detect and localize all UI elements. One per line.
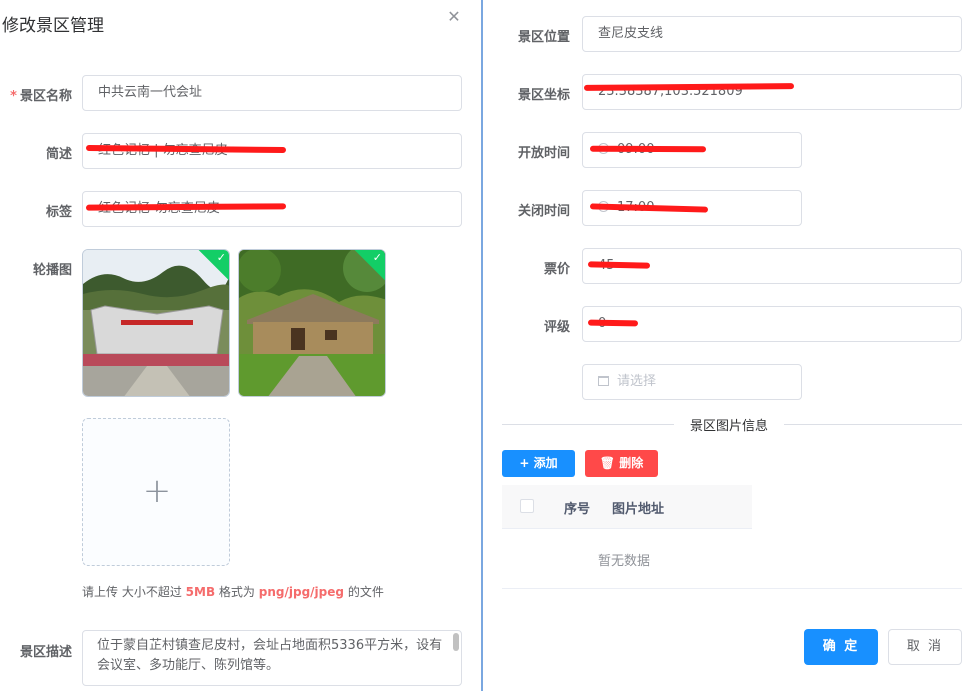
add-label: 添加 [533,456,558,470]
dialog-left-pane: 修改景区管理 ✕ *景区名称 中共云南一代会址 简述 红色记忆 | 勿忘查尼皮 … [0,0,481,691]
close-icon[interactable]: ✕ [446,9,462,25]
required-mark: * [10,89,17,104]
coords-label: 景区坐标 [517,88,570,103]
plus-icon: + [142,471,172,511]
add-button[interactable]: + 添加 [502,450,575,477]
cancel-button[interactable]: 取 消 [888,629,962,665]
location-label: 景区位置 [517,30,570,45]
close-time-label: 关闭时间 [517,204,570,219]
delete-button[interactable]: 🗑 删除 [585,450,658,477]
carousel-image-2[interactable]: ✓ [238,249,386,397]
tip-mid: 格式为 [218,585,255,599]
dialog-title: 修改景区管理 [2,16,104,36]
select-placeholder: 请选择 [617,374,657,389]
tip-prefix: 请上传 大小不超过 [82,585,182,599]
check-icon: ✓ [216,251,226,264]
desc-text: 位于蒙自芷村镇查尼皮村，会址占地面积5336平方米，设有会议室、多功能厅、陈列馆… [97,638,443,673]
tags-label: 标签 [45,205,72,220]
memorial-wall-photo [83,250,229,396]
trash-icon: 🗑 [599,456,616,470]
historic-house-photo [239,250,385,396]
tip-size: 5MB [185,585,216,599]
date-select[interactable]: 请选择 [582,364,802,400]
desc-label: 景区描述 [19,645,72,660]
redaction-mark [589,145,707,153]
table-bottom-border [502,588,962,589]
desc-textarea[interactable]: 位于蒙自芷村镇查尼皮村，会址占地面积5336平方米，设有会议室、多功能厅、陈列馆… [82,630,462,686]
price-label: 票价 [543,262,570,277]
name-label: * 景区名称 [4,85,72,104]
tip-suffix: 的文件 [347,585,384,599]
coords-input[interactable]: 23.38387,103.521809 [582,74,962,110]
select-all-checkbox[interactable] [520,499,534,513]
textarea-scrollbar[interactable] [453,633,459,651]
rating-label: 评级 [543,320,570,335]
upload-image-button[interactable]: + [82,418,230,566]
open-time-label: 开放时间 [517,146,570,161]
carousel-label: 轮播图 [32,263,72,278]
check-icon: ✓ [372,251,382,264]
redaction-mark [587,261,651,269]
delete-label: 删除 [619,456,644,470]
rating-input[interactable]: 0 [582,306,962,342]
tip-formats: png/jpg/jpeg [258,585,344,599]
brief-label: 简述 [45,147,72,162]
images-table-header: 序号 图片地址 [502,485,752,529]
redaction-mark [587,319,639,327]
name-label-text: 景区名称 [19,89,72,104]
upload-tip: 请上传 大小不超过 5MB 格式为 png/jpg/jpeg 的文件 [82,583,384,600]
plus-icon: + [519,456,530,470]
empty-state: 暂无数据 [598,554,651,569]
name-input[interactable]: 中共云南一代会址 [82,75,462,111]
location-input[interactable]: 查尼皮支线 [582,16,962,52]
column-image-url: 图片地址 [612,502,665,517]
images-section-title: 景区图片信息 [674,415,785,434]
calendar-icon [598,376,609,386]
confirm-button[interactable]: 确 定 [804,629,878,665]
carousel-image-1[interactable]: ✓ [82,249,230,397]
column-index: 序号 [564,502,591,517]
